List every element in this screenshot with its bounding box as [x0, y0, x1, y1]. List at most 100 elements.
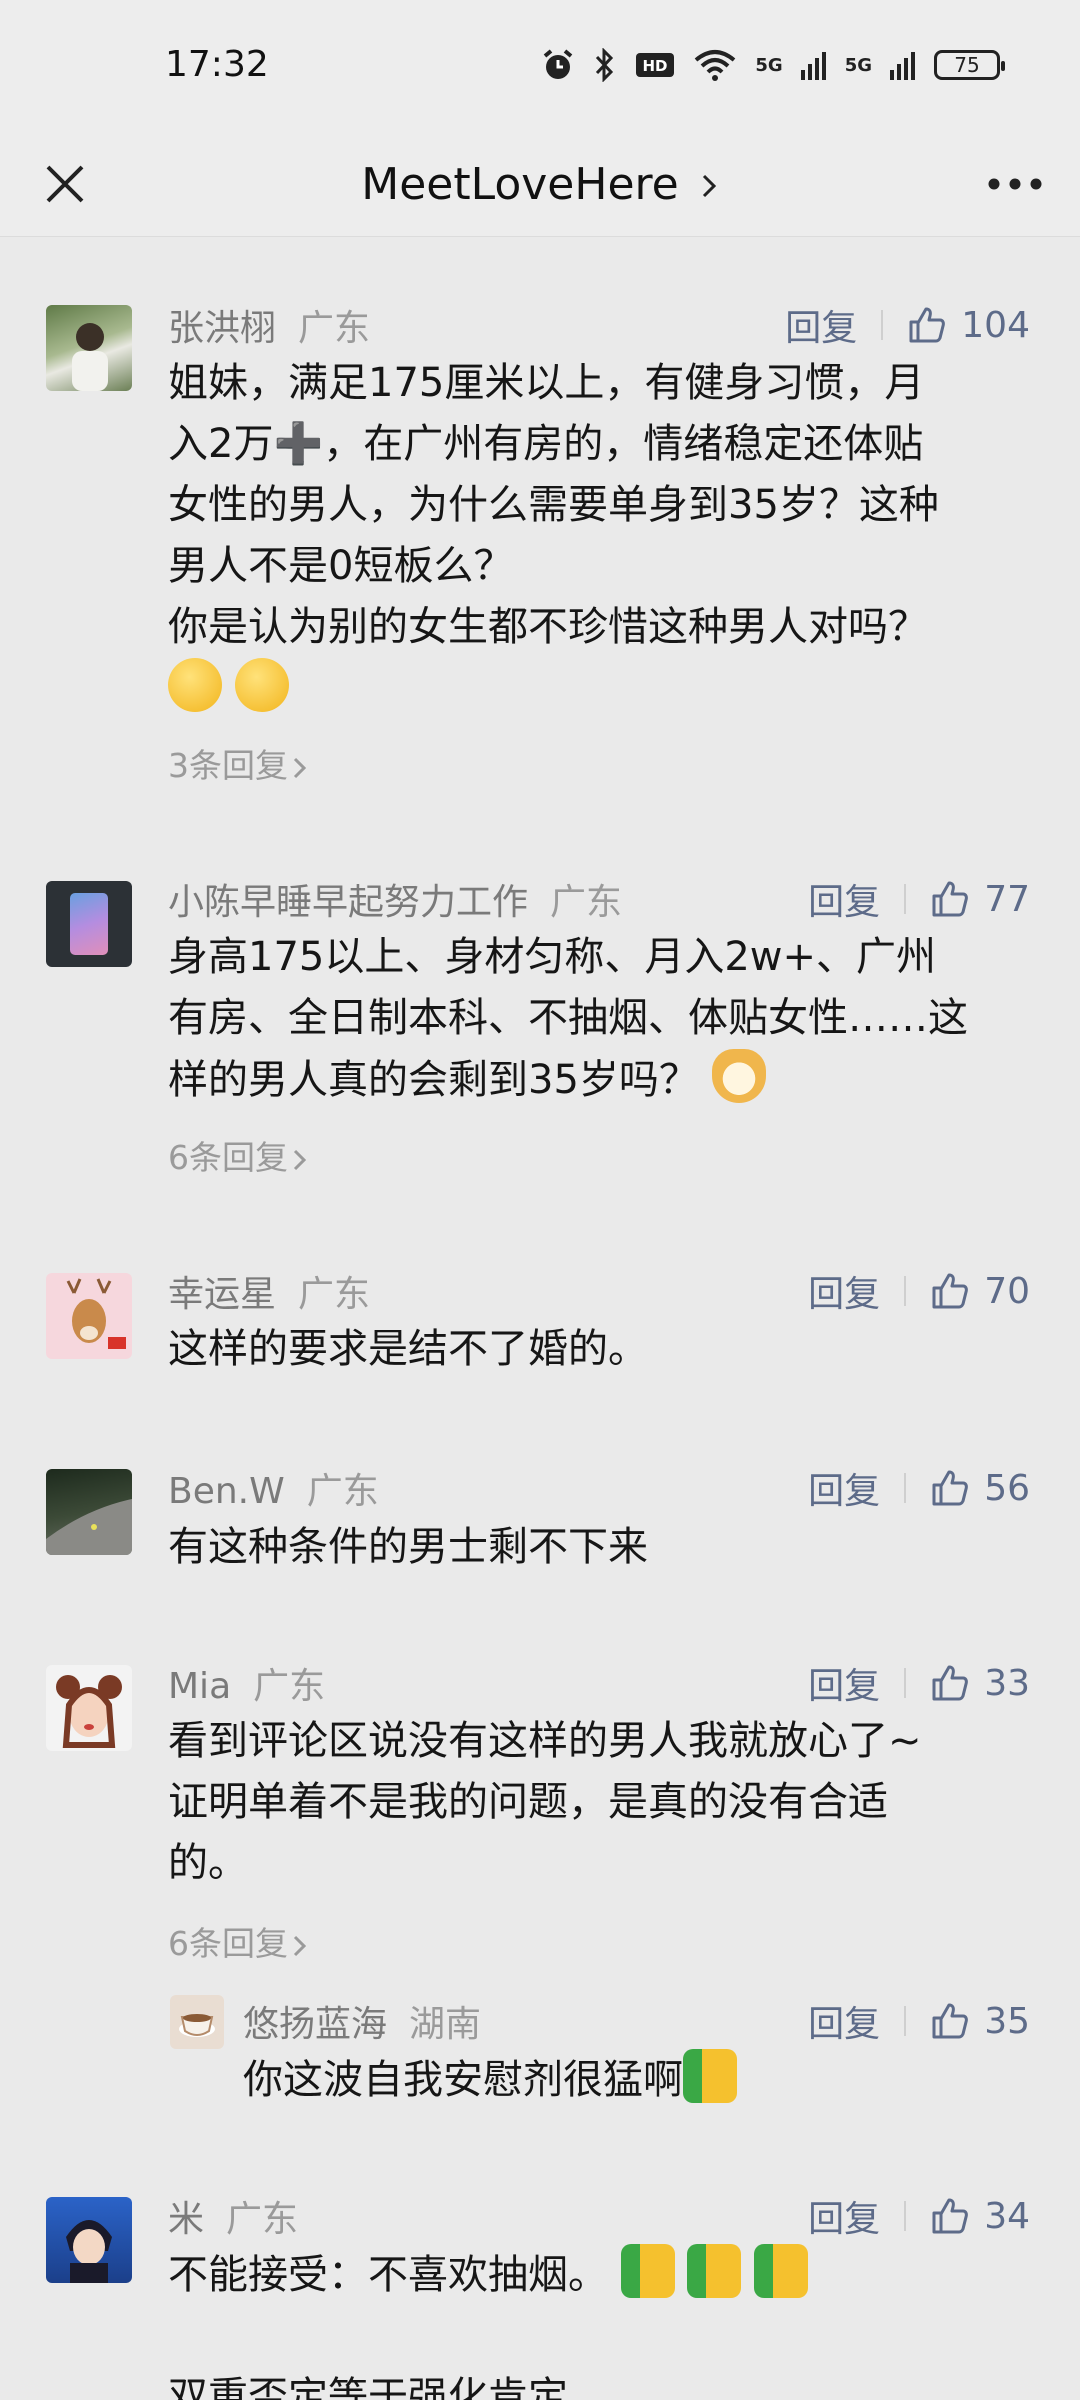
reply-button[interactable]: 回复 — [785, 299, 857, 351]
more-icon — [988, 178, 1042, 190]
comment-text-line: 身高175以上、身材匀称、月入2w+、广州 — [168, 934, 937, 980]
confused-emoji-icon — [234, 658, 289, 712]
like-button[interactable]: 33 — [930, 1663, 1030, 1704]
like-count: 34 — [984, 2195, 1030, 2237]
comment-text-line — [168, 2306, 1048, 2367]
thumbs-up-icon — [932, 2198, 969, 2234]
view-replies-link[interactable]: 6条回复 — [168, 1131, 308, 1179]
like-count: 35 — [984, 2000, 1030, 2042]
signal-icon-2 — [890, 52, 915, 80]
comment-actions: 回复 56 — [808, 1462, 1030, 1514]
status-time: 17:32 — [165, 44, 269, 85]
comment-text-line: 样的男人真的会剩到35岁吗？ — [168, 1049, 1048, 1111]
like-button[interactable]: 70 — [930, 1271, 1030, 1312]
divider — [904, 2006, 907, 2036]
divider — [904, 1276, 907, 1306]
thumbs-up-emoji-icon — [683, 2049, 737, 2103]
reply-button[interactable]: 回复 — [808, 1265, 880, 1317]
comment-actions: 回复 33 — [808, 1657, 1030, 1709]
comment-text-line: 证明单着不是我的问题，是真的没有合适 — [168, 1779, 888, 1825]
thumbs-up-icon — [909, 307, 946, 343]
comment-author[interactable]: 米 — [168, 2199, 204, 2240]
avatar[interactable] — [46, 881, 132, 967]
reply-text: 你这波自我安慰剂很猛啊 — [243, 2049, 1043, 2111]
comment-author[interactable]: Mia — [168, 1666, 231, 1707]
reply-author-line: 悠扬蓝海 湖南 — [243, 1995, 481, 2047]
comment-text-line: 你是认为别的女生都不珍惜这种男人对吗？ — [168, 604, 928, 650]
comment-region: 广东 — [298, 308, 371, 349]
avatar[interactable] — [46, 2197, 132, 2283]
like-button[interactable]: 104 — [907, 305, 1030, 346]
comment-list[interactable]: 张洪栩 广东 回复 104 姐妹，满足175厘米以上，有健身习惯，月 入2万➕，在… — [0, 236, 1080, 2400]
network-label-1: 5G — [755, 54, 783, 76]
smirk-cat-emoji-icon — [711, 1049, 766, 1103]
like-button[interactable]: 35 — [930, 2001, 1030, 2042]
chevron-right-icon — [293, 757, 307, 779]
reply-button[interactable]: 回复 — [808, 873, 880, 925]
comment-text-line: 女性的男人，为什么需要单身到35岁？这种 — [168, 482, 939, 528]
reply-author[interactable]: 悠扬蓝海 — [243, 2004, 387, 2045]
comment-author[interactable]: 张洪栩 — [168, 308, 276, 349]
comment-text: 身高175以上、身材匀称、月入2w+、广州 有房、全日制本科、不抽烟、体贴女性…… — [168, 927, 1048, 1111]
alarm-icon — [544, 49, 573, 79]
reply-button[interactable]: 回复 — [808, 1462, 880, 1514]
reply-button[interactable]: 回复 — [808, 2190, 880, 2242]
comment-text: 这样的要求是结不了婚的。 — [168, 1319, 1048, 1380]
avatar[interactable] — [46, 305, 132, 391]
like-count: 70 — [984, 1270, 1030, 1312]
avatar[interactable] — [46, 1469, 132, 1555]
comment-text-line: 双重否定等于强化肯定 — [168, 2374, 568, 2400]
thumbs-up-emoji-icon — [754, 2244, 809, 2298]
thumbs-up-emoji-icon — [620, 2244, 675, 2298]
view-replies-link[interactable]: 6条回复 — [168, 1917, 308, 1965]
like-button[interactable]: 34 — [930, 2196, 1030, 2237]
like-button[interactable]: 56 — [930, 1468, 1030, 1509]
comment-author-line: Mia 广东 — [168, 1657, 325, 1709]
chevron-right-icon — [293, 1149, 307, 1171]
comment-region: 广东 — [226, 2199, 299, 2240]
comment-author[interactable]: 小陈早睡早起努力工作 — [168, 882, 528, 923]
emoji-row — [168, 658, 1048, 719]
comment-author-line: 幸运星 广东 — [168, 1265, 370, 1317]
like-button[interactable]: 77 — [930, 879, 1030, 920]
battery-indicator: 75 — [934, 50, 1005, 80]
signal-icon-1 — [800, 52, 826, 80]
divider — [904, 884, 907, 914]
thumbs-up-icon — [932, 1470, 969, 1506]
comment-text-line: 姐妹，满足175厘米以上，有健身习惯，月 — [168, 360, 925, 406]
reply-actions: 回复 35 — [808, 1995, 1030, 2047]
divider — [881, 310, 884, 340]
comment-author-line: Ben.W 广东 — [168, 1462, 379, 1514]
view-replies-text: 3条回复 — [168, 746, 288, 785]
view-replies-link[interactable]: 3条回复 — [168, 739, 308, 787]
reply-button[interactable]: 回复 — [808, 1995, 880, 2047]
status-bar: 17:32 HD 5G 5G 75 — [0, 0, 1080, 135]
account-title-text: MeetLoveHere — [361, 159, 679, 210]
account-title[interactable]: MeetLoveHere — [0, 159, 1080, 210]
nav-bar: MeetLoveHere — [0, 135, 1080, 235]
comment-region: 广东 — [298, 1274, 371, 1315]
comment-text-line: 不能接受：不喜欢抽烟。 — [168, 2244, 1048, 2306]
like-count: 33 — [984, 1662, 1030, 1704]
reply-button[interactable]: 回复 — [808, 1657, 880, 1709]
comment-text-segment: 样的男人真的会剩到35岁吗？ — [168, 1057, 699, 1103]
svg-text:HD: HD — [643, 57, 668, 75]
status-icons: HD 5G 5G 75 — [541, 48, 1005, 82]
view-replies-text: 6条回复 — [168, 1138, 288, 1177]
avatar[interactable] — [46, 1665, 132, 1751]
avatar[interactable] — [46, 1273, 132, 1359]
comment-text: 不能接受：不喜欢抽烟。 双重否定等于强化肯定 — [168, 2244, 1048, 2400]
comment-actions: 回复 70 — [808, 1265, 1030, 1317]
thumbs-up-icon — [932, 1273, 969, 1309]
comment-text-line: 有房、全日制本科、不抽烟、体贴女性……这 — [168, 995, 968, 1041]
comment-text: 有这种条件的男士剩不下来 — [168, 1517, 1048, 1578]
reply-avatar[interactable] — [170, 1995, 224, 2049]
comment-text-line: 入2万➕，在广州有房的，情绪稳定还体贴 — [168, 421, 924, 467]
like-count: 104 — [961, 304, 1030, 346]
thumbs-up-icon — [932, 2003, 969, 2039]
comment-author-line: 张洪栩 广东 — [168, 299, 370, 351]
comment-author[interactable]: Ben.W — [168, 1471, 285, 1512]
more-button[interactable] — [980, 149, 1050, 219]
comment-author[interactable]: 幸运星 — [168, 1274, 276, 1315]
hd-icon: HD — [636, 53, 675, 77]
